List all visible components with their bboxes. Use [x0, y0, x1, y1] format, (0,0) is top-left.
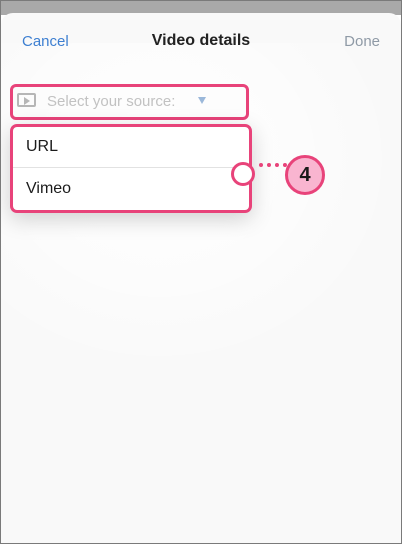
play-icon	[17, 93, 36, 107]
step-number-badge: 4	[285, 155, 325, 195]
source-option-vimeo[interactable]: Vimeo	[13, 169, 249, 210]
source-select-placeholder: Select your source:	[47, 93, 176, 110]
chevron-down-icon	[198, 97, 206, 104]
page-title: Video details	[151, 32, 251, 49]
source-option-label: Vimeo	[26, 180, 72, 197]
source-option-url[interactable]: URL	[13, 127, 249, 168]
callout-connector	[259, 163, 287, 167]
source-options-menu: URL Vimeo	[10, 124, 252, 213]
navigation-bar: Cancel Video details Done	[1, 13, 401, 69]
done-button[interactable]: Done	[344, 33, 380, 50]
source-select-dropdown[interactable]: Select your source:	[10, 84, 249, 120]
screenshot-frame: Cancel Video details Done Select your so…	[0, 0, 402, 544]
video-details-sheet: Cancel Video details Done Select your so…	[1, 13, 401, 543]
source-option-label: URL	[26, 138, 59, 155]
callout-anchor-dot	[231, 162, 255, 186]
